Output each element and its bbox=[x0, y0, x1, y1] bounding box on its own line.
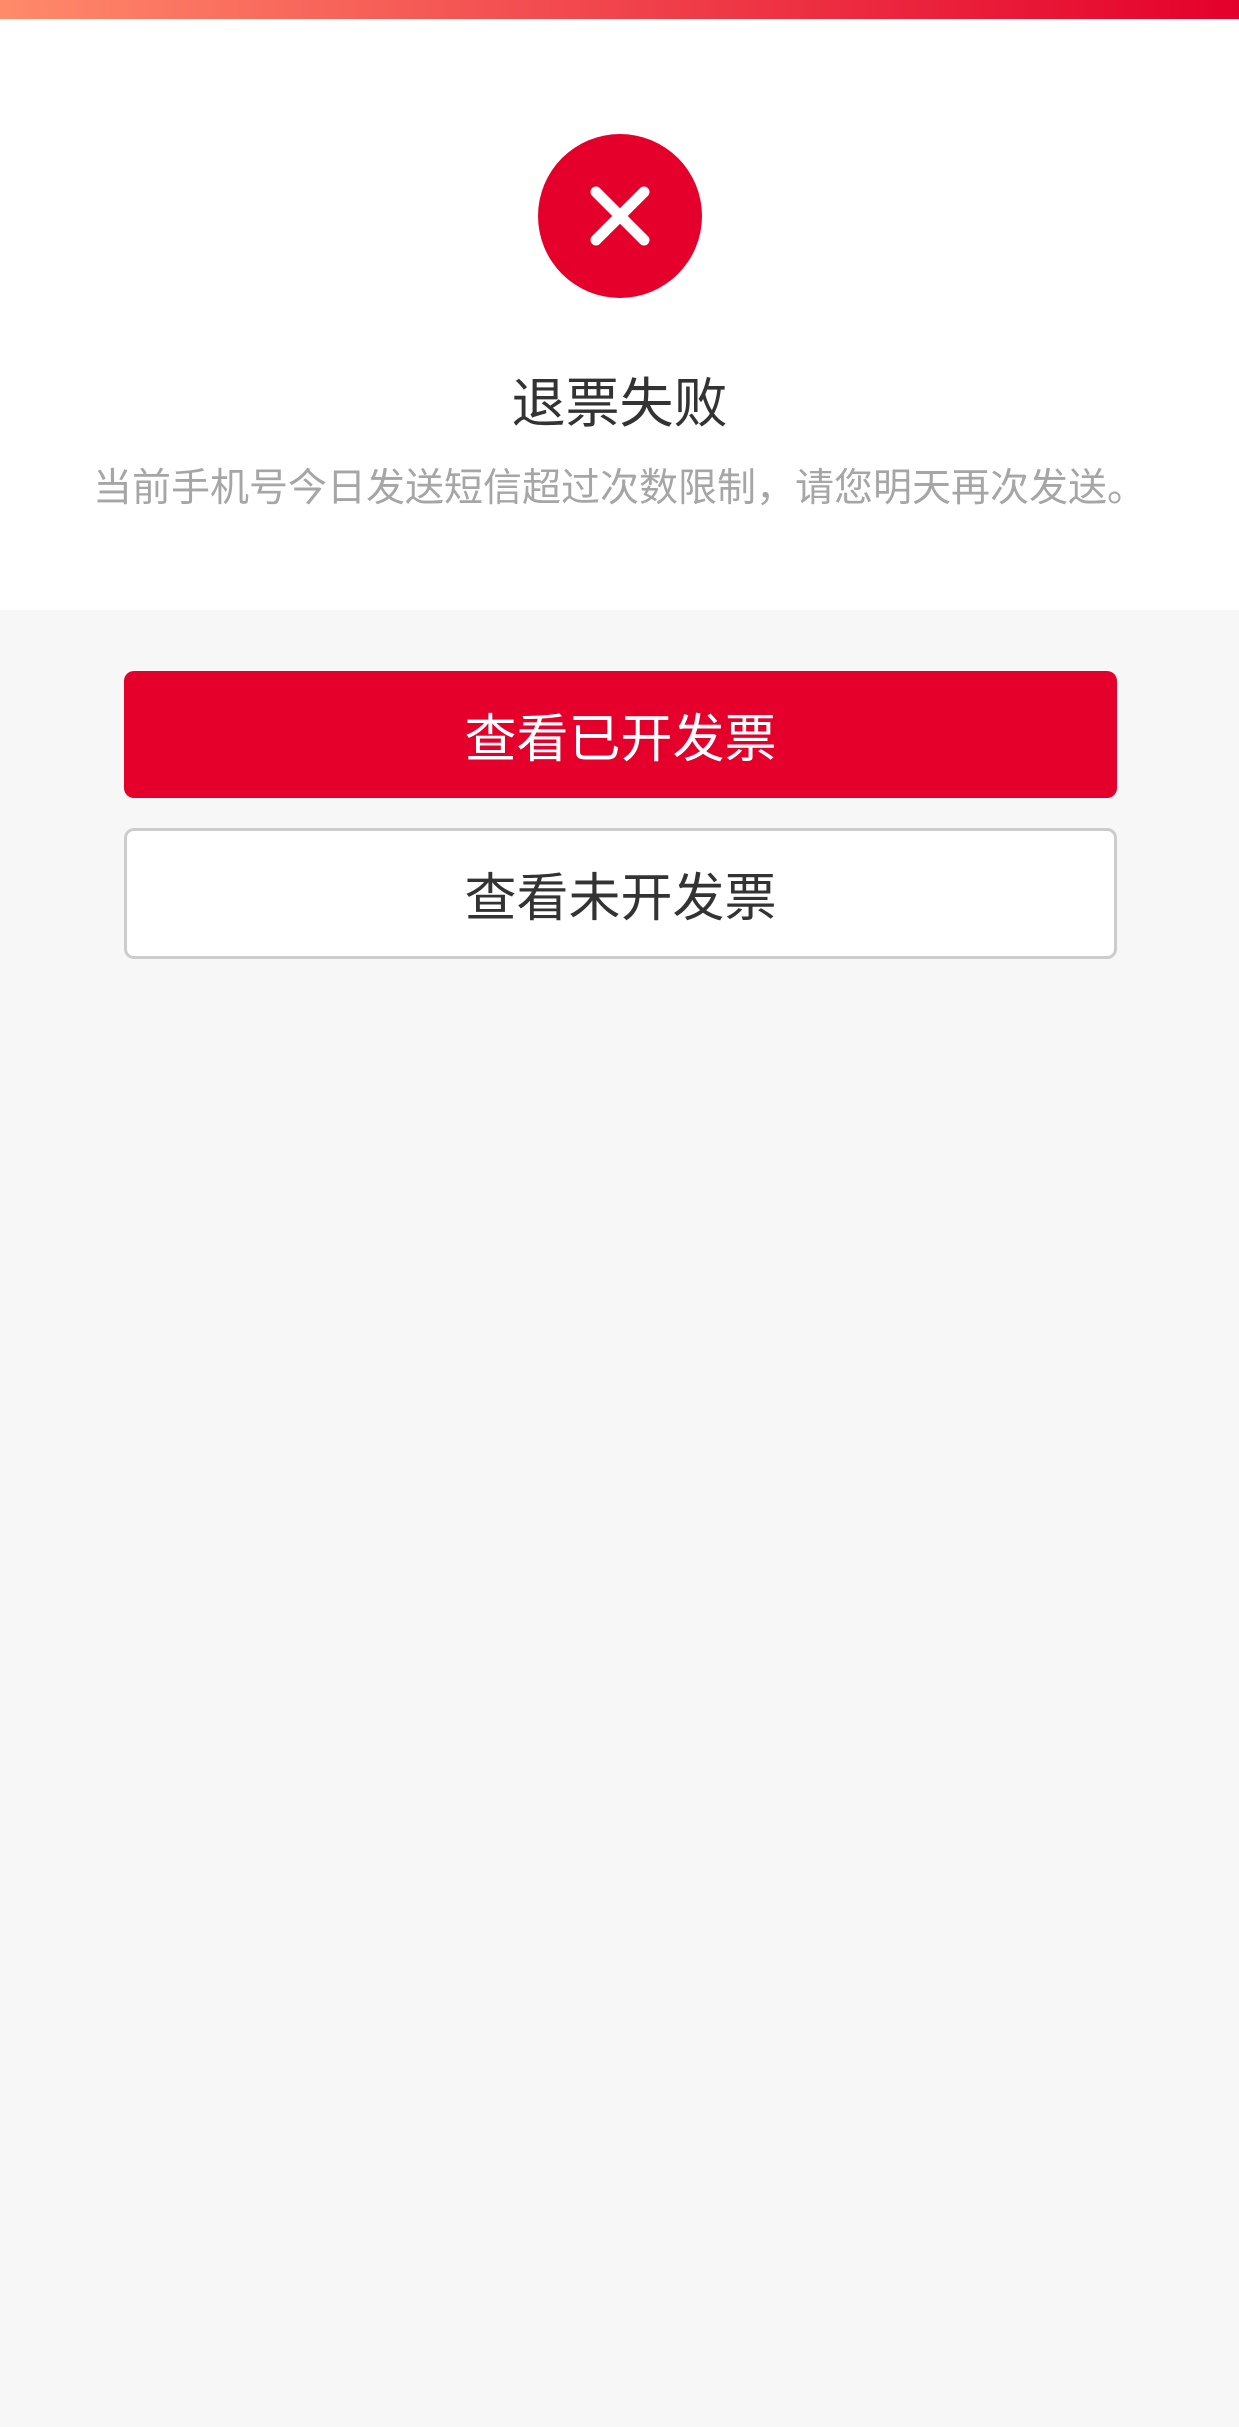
result-card: 退票失败 当前手机号今日发送短信超过次数限制，请您明天再次发送。 bbox=[0, 19, 1239, 610]
view-unissued-invoices-button[interactable]: 查看未开发票 bbox=[124, 828, 1117, 959]
top-accent-bar bbox=[0, 0, 1239, 19]
view-issued-invoices-button[interactable]: 查看已开发票 bbox=[124, 671, 1117, 798]
close-icon bbox=[590, 186, 650, 246]
error-close-icon bbox=[538, 134, 702, 298]
result-message: 当前手机号今日发送短信超过次数限制，请您明天再次发送。 bbox=[92, 466, 1146, 511]
result-title: 退票失败 bbox=[511, 372, 728, 435]
